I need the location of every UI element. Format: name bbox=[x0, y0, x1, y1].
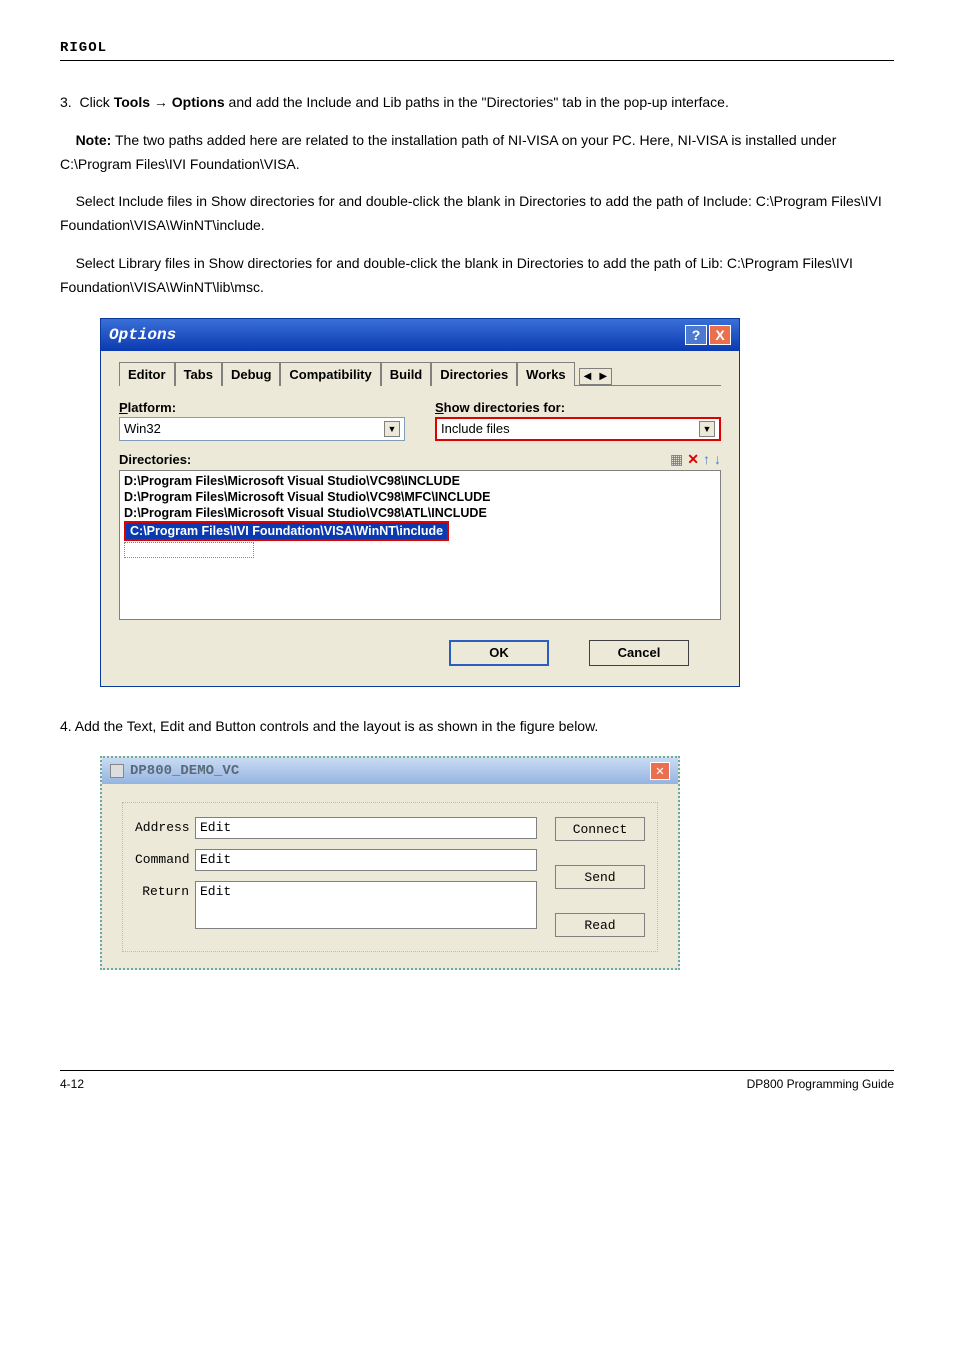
step4-body: Add the Text, Edit and Button controls a… bbox=[75, 718, 599, 734]
tab-scroll[interactable]: ◀▶ bbox=[579, 368, 612, 385]
tabs-row: Editor Tabs Debug Compatibility Build Di… bbox=[119, 361, 721, 386]
address-input[interactable]: Edit bbox=[195, 817, 537, 839]
options-screenshot: Options ? X Editor Tabs Debug Compatibil… bbox=[100, 318, 894, 687]
platform-value: Win32 bbox=[124, 421, 161, 436]
dialog-buttons: OK Cancel bbox=[101, 626, 739, 686]
send-button[interactable]: Send bbox=[555, 865, 645, 889]
demo-screenshot: DP800_DEMO_VC ✕ Address Edit Command Edi… bbox=[100, 756, 894, 970]
tab-right-icon[interactable]: ▶ bbox=[595, 369, 611, 384]
page-brand: RIGOL bbox=[60, 40, 894, 61]
dir-item-empty[interactable] bbox=[124, 542, 254, 558]
dirs-listbox[interactable]: D:\Program Files\Microsoft Visual Studio… bbox=[119, 470, 721, 620]
return-row: Return Edit bbox=[135, 881, 537, 929]
footer-right: DP800 Programming Guide bbox=[747, 1077, 894, 1091]
tab-tabs[interactable]: Tabs bbox=[175, 362, 222, 386]
delete-dir-icon[interactable]: ✕ bbox=[687, 451, 699, 468]
command-row: Command Edit bbox=[135, 849, 537, 871]
tab-directories[interactable]: Directories bbox=[431, 362, 517, 386]
platform-col: Platform: Win32 ▼ bbox=[119, 400, 405, 441]
return-label: Return bbox=[135, 881, 195, 899]
connect-button[interactable]: Connect bbox=[555, 817, 645, 841]
note-text: The two paths added here are related to … bbox=[60, 132, 836, 172]
demo-dialog: DP800_DEMO_VC ✕ Address Edit Command Edi… bbox=[100, 756, 680, 970]
showdirs-select[interactable]: Include files ▼ bbox=[435, 417, 721, 441]
tab-editor[interactable]: Editor bbox=[119, 362, 175, 386]
options-menu-ref: Options bbox=[172, 94, 225, 110]
demo-buttons-col: Connect Send Read bbox=[555, 817, 645, 937]
step3-before: Click bbox=[79, 94, 113, 110]
help-button[interactable]: ? bbox=[685, 325, 707, 345]
chevron-down-icon[interactable]: ▼ bbox=[384, 421, 400, 437]
dirs-toolbar: ▦ ✕ ↑ ↓ bbox=[670, 451, 721, 468]
platform-select[interactable]: Win32 ▼ bbox=[119, 417, 405, 441]
new-dir-icon[interactable]: ▦ bbox=[670, 451, 683, 468]
step4-prefix: 4. bbox=[60, 718, 75, 734]
close-button[interactable]: X bbox=[709, 325, 731, 345]
dir-item[interactable]: D:\Program Files\Microsoft Visual Studio… bbox=[124, 505, 716, 521]
include-text: Select Include files in Show directories… bbox=[60, 193, 882, 233]
dirs-header: Directories: ▦ ✕ ↑ ↓ bbox=[119, 451, 721, 468]
close-button[interactable]: ✕ bbox=[650, 762, 670, 780]
move-up-icon[interactable]: ↑ bbox=[703, 451, 710, 467]
read-button[interactable]: Read bbox=[555, 913, 645, 937]
dirs-label: Directories: bbox=[119, 452, 191, 467]
options-dialog: Options ? X Editor Tabs Debug Compatibil… bbox=[100, 318, 740, 687]
app-icon bbox=[110, 764, 124, 778]
note-block: Note: The two paths added here are relat… bbox=[60, 129, 894, 177]
tab-compatibility[interactable]: Compatibility bbox=[280, 362, 380, 386]
platform-label: Platform: bbox=[119, 400, 405, 415]
step3-after: and add the Include and Lib paths in the… bbox=[225, 94, 729, 110]
options-title: Options bbox=[109, 326, 683, 344]
arrow-icon: → bbox=[150, 94, 172, 110]
demo-left-col: Address Edit Command Edit Return Edit bbox=[135, 817, 537, 937]
note-label: Note: bbox=[76, 132, 112, 148]
tab-left-icon[interactable]: ◀ bbox=[580, 369, 596, 384]
cancel-button[interactable]: Cancel bbox=[589, 640, 689, 666]
lib-text: Select Library files in Show directories… bbox=[60, 255, 853, 295]
chevron-down-icon[interactable]: ▼ bbox=[699, 421, 715, 437]
demo-title: DP800_DEMO_VC bbox=[130, 763, 650, 779]
page-footer: 4-12 DP800 Programming Guide bbox=[60, 1070, 894, 1091]
step4-text: 4. Add the Text, Edit and Button control… bbox=[60, 715, 894, 739]
options-titlebar: Options ? X bbox=[101, 319, 739, 351]
select-include-text: Select Include files in Show directories… bbox=[60, 190, 894, 238]
tab-build[interactable]: Build bbox=[381, 362, 432, 386]
return-input[interactable]: Edit bbox=[195, 881, 537, 929]
showdirs-label: Show directories for: bbox=[435, 400, 721, 415]
form-row: Platform: Win32 ▼ Show directories for: … bbox=[119, 400, 721, 441]
command-input[interactable]: Edit bbox=[195, 849, 537, 871]
address-label: Address bbox=[135, 817, 195, 835]
tab-debug[interactable]: Debug bbox=[222, 362, 280, 386]
dir-item[interactable]: D:\Program Files\Microsoft Visual Studio… bbox=[124, 489, 716, 505]
options-body: Editor Tabs Debug Compatibility Build Di… bbox=[101, 351, 739, 626]
step3-text: 3. Click Tools → Options and add the Inc… bbox=[60, 91, 894, 115]
showdirs-col: Show directories for: Include files ▼ bbox=[435, 400, 721, 441]
page-number: 4-12 bbox=[60, 1077, 84, 1091]
demo-titlebar: DP800_DEMO_VC ✕ bbox=[102, 758, 678, 784]
dir-item-highlight[interactable]: C:\Program Files\IVI Foundation\VISA\Win… bbox=[124, 521, 449, 541]
ok-button[interactable]: OK bbox=[449, 640, 549, 666]
showdirs-value: Include files bbox=[441, 421, 510, 436]
command-label: Command bbox=[135, 849, 195, 867]
tab-works[interactable]: Works bbox=[517, 362, 575, 386]
address-row: Address Edit bbox=[135, 817, 537, 839]
tools-menu-ref: Tools bbox=[114, 94, 150, 110]
move-down-icon[interactable]: ↓ bbox=[714, 451, 721, 467]
demo-body: Address Edit Command Edit Return Edit Co… bbox=[102, 784, 678, 968]
select-lib-text: Select Library files in Show directories… bbox=[60, 252, 894, 300]
dir-item[interactable]: D:\Program Files\Microsoft Visual Studio… bbox=[124, 473, 716, 489]
